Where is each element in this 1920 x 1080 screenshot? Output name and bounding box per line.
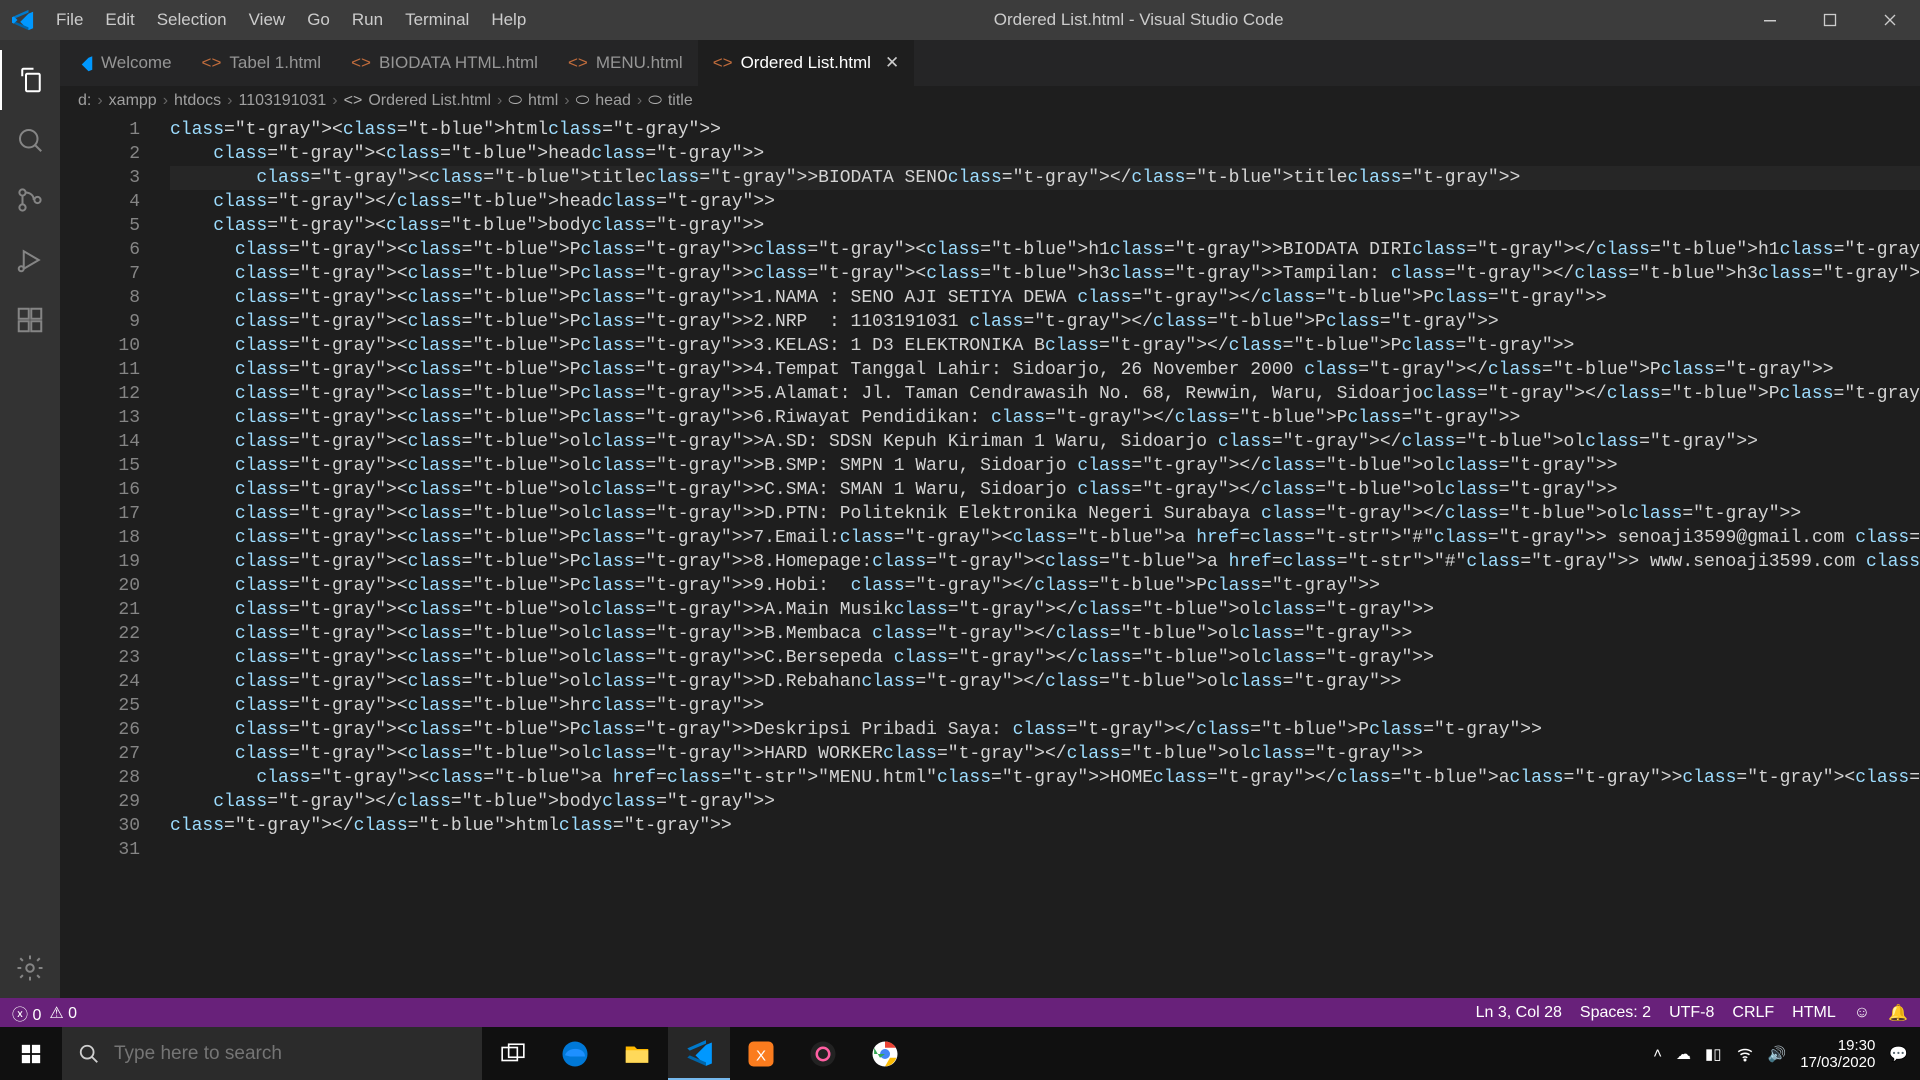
tab-label: Ordered List.html (741, 53, 871, 73)
vscode-small-icon (75, 54, 93, 72)
close-tab-icon[interactable]: ✕ (885, 53, 899, 73)
volume-icon[interactable]: 🔊 (1768, 1045, 1787, 1063)
crumb[interactable]: html (528, 92, 558, 110)
svg-text:X: X (756, 1047, 766, 1064)
activity-bar (0, 40, 60, 998)
action-center-icon[interactable]: 💬 (1889, 1045, 1908, 1063)
language-status[interactable]: HTML (1792, 1004, 1836, 1022)
tab-welcome[interactable]: Welcome (60, 40, 187, 86)
tab-label: Welcome (101, 53, 172, 73)
html-file-icon: <> (202, 53, 222, 73)
tab-biodata[interactable]: <> BIODATA HTML.html (336, 40, 553, 86)
crumb[interactable]: 1103191031 (239, 92, 327, 110)
vscode-taskbar-icon[interactable] (668, 1027, 730, 1080)
notifications-icon[interactable]: 🔔 (1888, 1003, 1908, 1023)
tab-label: BIODATA HTML.html (379, 53, 538, 73)
task-view-icon[interactable] (482, 1027, 544, 1080)
explorer-icon[interactable] (0, 50, 60, 110)
menu-file[interactable]: File (45, 10, 94, 30)
menu-selection[interactable]: Selection (146, 10, 238, 30)
search-input[interactable] (114, 1043, 466, 1065)
menu-view[interactable]: View (238, 10, 297, 30)
encoding-status[interactable]: UTF-8 (1669, 1004, 1714, 1022)
html-file-icon: <> (351, 53, 371, 73)
file-explorer-icon[interactable] (606, 1027, 668, 1080)
tab-label: Tabel 1.html (229, 53, 321, 73)
crumb[interactable]: Ordered List.html (368, 92, 491, 110)
code-content[interactable]: class="t-gray"><class="t-blue">htmlclass… (170, 116, 1920, 998)
tab-orderedlist[interactable]: <> Ordered List.html ✕ (698, 40, 915, 86)
xampp-icon[interactable]: X (730, 1027, 792, 1080)
editor[interactable]: 1234567891011121314151617181920212223242… (60, 116, 1920, 998)
window-title: Ordered List.html - Visual Studio Code (537, 10, 1740, 30)
source-control-icon[interactable] (0, 170, 60, 230)
start-button[interactable] (0, 1027, 62, 1080)
extensions-icon[interactable] (0, 290, 60, 350)
wifi-icon[interactable] (1736, 1045, 1754, 1063)
feedback-icon[interactable]: ☺ (1854, 1004, 1870, 1022)
taskbar-search[interactable] (62, 1027, 482, 1080)
menu-help[interactable]: Help (480, 10, 537, 30)
crumb[interactable]: d: (78, 92, 91, 110)
breadcrumb[interactable]: d:› xampp› htdocs› 1103191031› <> Ordere… (60, 86, 1920, 116)
app-icon[interactable] (792, 1027, 854, 1080)
settings-gear-icon[interactable] (0, 938, 60, 998)
cursor-position[interactable]: Ln 3, Col 28 (1476, 1004, 1562, 1022)
status-bar: ⓧ 0 ⚠ 0 Ln 3, Col 28 Spaces: 2 UTF-8 CRL… (0, 998, 1920, 1027)
menu-terminal[interactable]: Terminal (394, 10, 480, 30)
chrome-icon[interactable] (854, 1027, 916, 1080)
tab-label: MENU.html (596, 53, 683, 73)
crumb[interactable]: htdocs (174, 92, 221, 110)
html-file-icon: <> (713, 53, 733, 73)
maximize-button[interactable] (1800, 0, 1860, 40)
battery-icon[interactable]: ▮▯ (1705, 1045, 1722, 1063)
error-count-icon[interactable]: ⓧ 0 (12, 1001, 41, 1025)
minimize-button[interactable] (1740, 0, 1800, 40)
line-numbers: 1234567891011121314151617181920212223242… (60, 116, 170, 998)
menu-edit[interactable]: Edit (94, 10, 145, 30)
menu-go[interactable]: Go (296, 10, 341, 30)
vscode-logo (0, 9, 45, 31)
tab-menu[interactable]: <> MENU.html (553, 40, 698, 86)
run-debug-icon[interactable] (0, 230, 60, 290)
clock[interactable]: 19:30 17/03/2020 (1800, 1037, 1875, 1071)
symbol-icon: ⬭ (576, 92, 590, 110)
tab-tabel1[interactable]: <> Tabel 1.html (187, 40, 337, 86)
windows-taskbar: X ˄ ☁ ▮▯ 🔊 19:30 17/03/2020 💬 (0, 1027, 1920, 1080)
symbol-icon: ⬭ (508, 92, 522, 110)
crumb[interactable]: title (668, 92, 693, 110)
search-icon[interactable] (0, 110, 60, 170)
symbol-icon: ⬭ (648, 92, 662, 110)
menu-bar: File Edit Selection View Go Run Terminal… (45, 10, 537, 30)
crumb[interactable]: xampp (109, 92, 157, 110)
indent-status[interactable]: Spaces: 2 (1580, 1004, 1651, 1022)
onedrive-icon[interactable]: ☁ (1676, 1045, 1691, 1063)
html-file-icon: <> (344, 92, 363, 110)
crumb[interactable]: head (595, 92, 631, 110)
editor-tabs: Welcome <> Tabel 1.html <> BIODATA HTML.… (60, 40, 1920, 86)
window-titlebar: File Edit Selection View Go Run Terminal… (0, 0, 1920, 40)
menu-run[interactable]: Run (341, 10, 394, 30)
edge-icon[interactable] (544, 1027, 606, 1080)
eol-status[interactable]: CRLF (1732, 1004, 1774, 1022)
system-tray[interactable]: ˄ ☁ ▮▯ 🔊 19:30 17/03/2020 💬 (1653, 1037, 1920, 1071)
html-file-icon: <> (568, 53, 588, 73)
chevron-up-icon[interactable]: ˄ (1653, 1045, 1662, 1062)
warning-count-icon[interactable]: ⚠ 0 (49, 1003, 77, 1023)
close-button[interactable] (1860, 0, 1920, 40)
